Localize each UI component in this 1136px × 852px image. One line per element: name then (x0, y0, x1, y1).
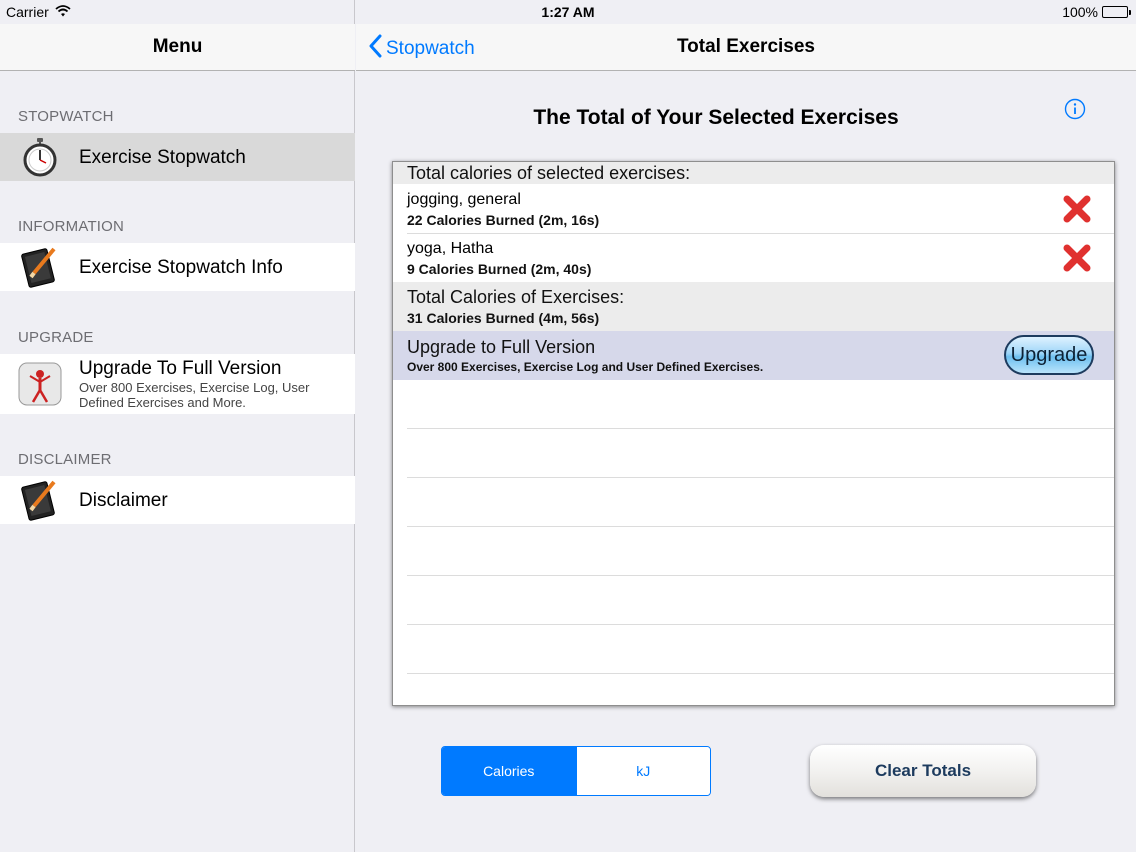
upgrade-title: Upgrade to Full Version (407, 337, 596, 357)
detail-navbar: Stopwatch Total Exercises (356, 24, 1136, 71)
exercise-detail: 22 Calories Burned (2m, 16s) (407, 212, 600, 228)
empty-row-divider (407, 526, 1114, 527)
remove-icon[interactable] (1062, 243, 1092, 273)
menu-item-label: Exercise Stopwatch (79, 147, 246, 168)
empty-row-divider (407, 477, 1114, 478)
master-title: Menu (152, 36, 203, 57)
units-segmented-control: Calories kJ (441, 746, 711, 796)
book-pencil-icon (18, 477, 62, 523)
menu-item-label: Disclaimer (79, 490, 168, 511)
status-bar: Carrier 1:27 AM 100% (0, 0, 1136, 24)
segment-calories[interactable]: Calories (442, 747, 576, 795)
menu-item-disclaimer[interactable]: Disclaimer (0, 476, 355, 524)
table-header: Total calories of selected exercises: (393, 162, 1114, 184)
exercise-detail: 9 Calories Burned (2m, 40s) (407, 261, 592, 277)
stopwatch-icon (18, 134, 62, 180)
battery-percent: 100% (1062, 4, 1098, 20)
table-row: jogging, general 22 Calories Burned (2m,… (393, 184, 1114, 233)
battery-indicator: 100% (1062, 4, 1131, 20)
section-header-upgrade: UPGRADE (18, 329, 94, 346)
section-header-stopwatch: STOPWATCH (18, 108, 114, 125)
status-time: 1:27 AM (541, 4, 595, 20)
total-label: Total Calories of Exercises: (407, 287, 625, 307)
total-detail: 31 Calories Burned (4m, 56s) (407, 310, 600, 326)
exercise-name: yoga, Hatha (407, 240, 494, 257)
upgrade-button[interactable]: Upgrade (1004, 335, 1094, 375)
master-navbar: Menu (0, 24, 355, 71)
app-icon (18, 361, 62, 407)
segment-kj[interactable]: kJ (575, 747, 710, 795)
upgrade-detail: Over 800 Exercises, Exercise Log and Use… (407, 360, 764, 374)
menu-item-subtitle: Over 800 Exercises, Exercise Log, User D… (79, 380, 310, 410)
menu-item-label: Upgrade To Full Version (79, 358, 282, 379)
detail-panel: Stopwatch Total Exercises The Total of Y… (356, 0, 1136, 852)
empty-row-divider (407, 575, 1114, 576)
book-pencil-icon (18, 244, 62, 290)
battery-icon (1102, 6, 1131, 18)
section-header-disclaimer: DISCLAIMER (18, 451, 112, 468)
upgrade-row: Upgrade to Full Version Over 800 Exercis… (393, 331, 1114, 380)
info-icon[interactable] (1064, 98, 1086, 120)
table-row: yoga, Hatha 9 Calories Burned (2m, 40s) (393, 234, 1114, 282)
total-row: Total Calories of Exercises: 31 Calories… (393, 282, 1114, 331)
menu-item-exercise-stopwatch-info[interactable]: Exercise Stopwatch Info (0, 243, 355, 291)
empty-row-divider (407, 428, 1114, 429)
empty-row-divider (407, 624, 1114, 625)
remove-icon[interactable] (1062, 194, 1092, 224)
menu-item-upgrade[interactable]: Upgrade To Full Version Over 800 Exercis… (0, 354, 355, 414)
clear-totals-button[interactable]: Clear Totals (810, 745, 1036, 797)
empty-row-divider (407, 673, 1114, 674)
exercise-name: jogging, general (407, 191, 521, 208)
master-panel: Menu STOPWATCH Exercise Stopwatch INFORM… (0, 0, 355, 852)
menu-item-label: Exercise Stopwatch Info (79, 257, 283, 278)
detail-title: Total Exercises (676, 36, 815, 57)
exercise-totals-table: Total calories of selected exercises: jo… (392, 161, 1115, 706)
section-header-information: INFORMATION (18, 218, 125, 235)
page-heading: The Total of Your Selected Exercises (533, 106, 899, 129)
menu-item-exercise-stopwatch[interactable]: Exercise Stopwatch (0, 133, 355, 181)
